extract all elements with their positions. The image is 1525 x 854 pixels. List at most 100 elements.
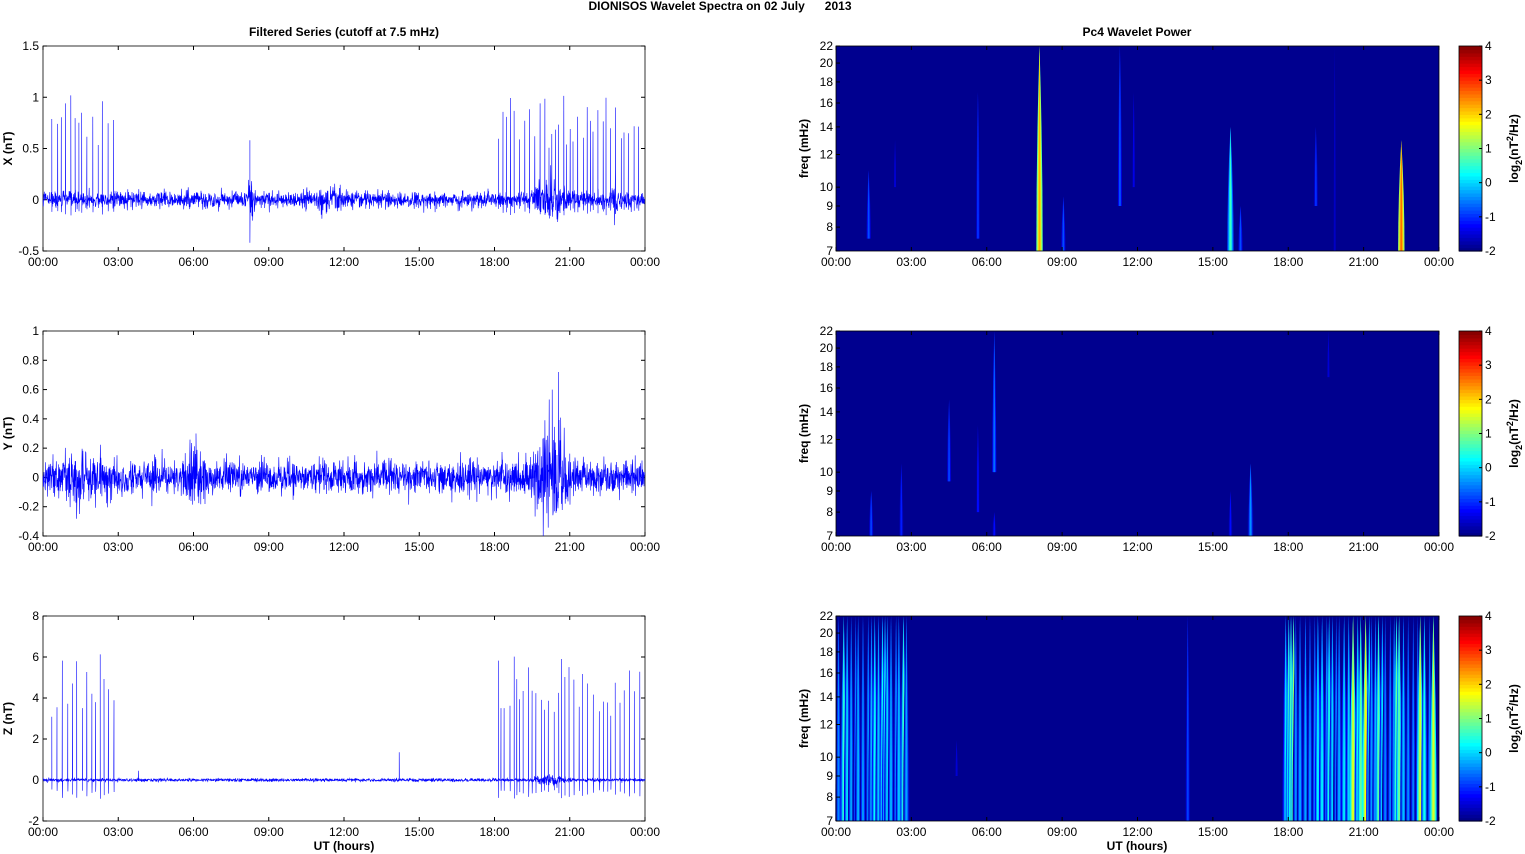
wavelet-z-xtick-label: 21:00: [1349, 825, 1379, 839]
wavelet-y-xtick-label: 03:00: [896, 540, 926, 554]
colorbar-segment: [1459, 454, 1482, 459]
colorbar-segment: [1459, 698, 1482, 703]
colorbar-segment: [1459, 162, 1482, 167]
colorbar-segment: [1459, 90, 1482, 95]
timeseries-z-frame: [42, 615, 646, 822]
colorbar-segment: [1459, 186, 1482, 191]
colorbar-segment: [1459, 773, 1482, 778]
colorbar-segment: [1459, 457, 1482, 462]
colorbar-segment: [1459, 385, 1482, 390]
colorbar-segment: [1459, 66, 1482, 71]
wavelet-z-ytick-label: 8: [826, 790, 833, 804]
wavelet-x-ytick-label: 9: [826, 199, 833, 213]
colorbar-segment: [1459, 413, 1482, 418]
wavelet-x-ytick-label: 10: [820, 180, 834, 194]
wavelet-x-xtick-label: 12:00: [1122, 255, 1152, 269]
colorbar-segment: [1459, 633, 1482, 638]
timeseries-z-ytick-label: -2: [28, 814, 39, 828]
colorbar-segment: [1459, 728, 1482, 733]
wavelet-y-ytick-label: 16: [820, 381, 834, 395]
timeseries-x-xtick-label: 06:00: [178, 255, 208, 269]
colorbar-segment: [1459, 501, 1482, 506]
timeseries-y-xtick-label: 09:00: [254, 540, 284, 554]
colorbar-tick-label: 1: [1485, 142, 1492, 156]
colorbar-label-part: /Hz): [1507, 114, 1521, 136]
colorbar-segment: [1459, 450, 1482, 455]
wavelet-y-ytick-label: 8: [826, 505, 833, 519]
timeseries-z-ytick-label: 0: [32, 773, 39, 787]
timeseries-z-line: [42, 654, 646, 799]
colorbar-segment: [1459, 704, 1482, 709]
colorbar-segment: [1459, 406, 1482, 411]
colorbar-segment: [1459, 790, 1482, 795]
wavelet-y-xtick-label: 21:00: [1349, 540, 1379, 554]
colorbar-segment: [1459, 165, 1482, 170]
colorbar-label: log2(nT2/Hz): [1505, 684, 1524, 753]
colorbar-segment: [1459, 674, 1482, 679]
colorbar-segment: [1459, 134, 1482, 139]
colorbar-segment: [1459, 636, 1482, 641]
colorbar-segment: [1459, 151, 1482, 156]
timeseries-y-xtick-label: 03:00: [103, 540, 133, 554]
wavelet-x-ytick-label: 18: [820, 75, 834, 89]
colorbar-segment: [1459, 372, 1482, 377]
timeseries-x-xtick-label: 21:00: [555, 255, 585, 269]
colorbar-label-part: /Hz): [1507, 684, 1521, 706]
timeseries-z-xtick-label: 06:00: [178, 825, 208, 839]
wavelet-y-ytick-label: 7: [826, 529, 833, 543]
colorbar-segment: [1459, 803, 1482, 808]
colorbar-segment: [1459, 797, 1482, 802]
left-column-title: Filtered Series (cutoff at 7.5 mHz): [249, 25, 439, 39]
colorbar-segment: [1459, 56, 1482, 61]
colorbar-segment: [1459, 100, 1482, 105]
wavelet-x-xtick-label: 18:00: [1273, 255, 1303, 269]
colorbar-segment: [1459, 368, 1482, 373]
wavelet-z-ytick-label: 14: [820, 690, 834, 704]
colorbar-label-part: (nT: [1507, 711, 1521, 730]
wavelet-x-ytick-label: 12: [820, 148, 834, 162]
timeseries-x-ytick-label: 1.5: [22, 39, 39, 53]
colorbar-segment: [1459, 505, 1482, 510]
colorbar-segment: [1459, 145, 1482, 150]
timeseries-x-frame: [42, 45, 646, 252]
colorbar-segment: [1459, 344, 1482, 349]
wavelet-y-ytick-label: 22: [820, 324, 834, 338]
colorbar-tick-label: -2: [1485, 814, 1496, 828]
colorbar-segment: [1459, 491, 1482, 496]
timeseries-y-ytick-label: 0: [32, 470, 39, 484]
colorbar-tick-label: 4: [1485, 39, 1492, 53]
wavelet-y-ytick-label: 10: [820, 465, 834, 479]
colorbar-segment: [1459, 756, 1482, 761]
colorbar-segment: [1459, 124, 1482, 129]
wavelet-z-xtick-label: 03:00: [896, 825, 926, 839]
colorbar-segment: [1459, 87, 1482, 92]
wavelet-y-ylabel: freq (mHz): [797, 404, 811, 463]
colorbar-segment: [1459, 155, 1482, 160]
colorbar-segment: [1459, 749, 1482, 754]
colorbar-segment: [1459, 529, 1482, 534]
wavelet-x-xtick-label: 00:00: [1424, 255, 1454, 269]
colorbar-segment: [1459, 210, 1482, 215]
colorbar-segment: [1459, 718, 1482, 723]
wavelet-y-ytick-label: 14: [820, 405, 834, 419]
wavelet-y-xtick-label: 12:00: [1122, 540, 1152, 554]
colorbar-segment: [1459, 810, 1482, 815]
colorbar-segment: [1459, 684, 1482, 689]
colorbar-tick-label: -1: [1485, 780, 1496, 794]
colorbar-tick-label: -1: [1485, 495, 1496, 509]
colorbar-segment: [1459, 484, 1482, 489]
wavelet-z-ytick-label: 9: [826, 769, 833, 783]
colorbar-segment: [1459, 742, 1482, 747]
colorbar-segment: [1459, 667, 1482, 672]
colorbar-segment: [1459, 474, 1482, 479]
colorbar-tick-label: 1: [1485, 712, 1492, 726]
timeseries-y-ytick-label: 0.6: [22, 383, 39, 397]
wavelet-x-xtick-label: 06:00: [972, 255, 1002, 269]
right-xlabel: UT (hours): [1107, 839, 1168, 853]
colorbar-segment: [1459, 464, 1482, 469]
timeseries-z-xtick-label: 18:00: [479, 825, 509, 839]
colorbar-tick-label: 2: [1485, 107, 1492, 121]
colorbar-segment: [1459, 762, 1482, 767]
colorbar-segment: [1459, 708, 1482, 713]
colorbar-segment: [1459, 735, 1482, 740]
